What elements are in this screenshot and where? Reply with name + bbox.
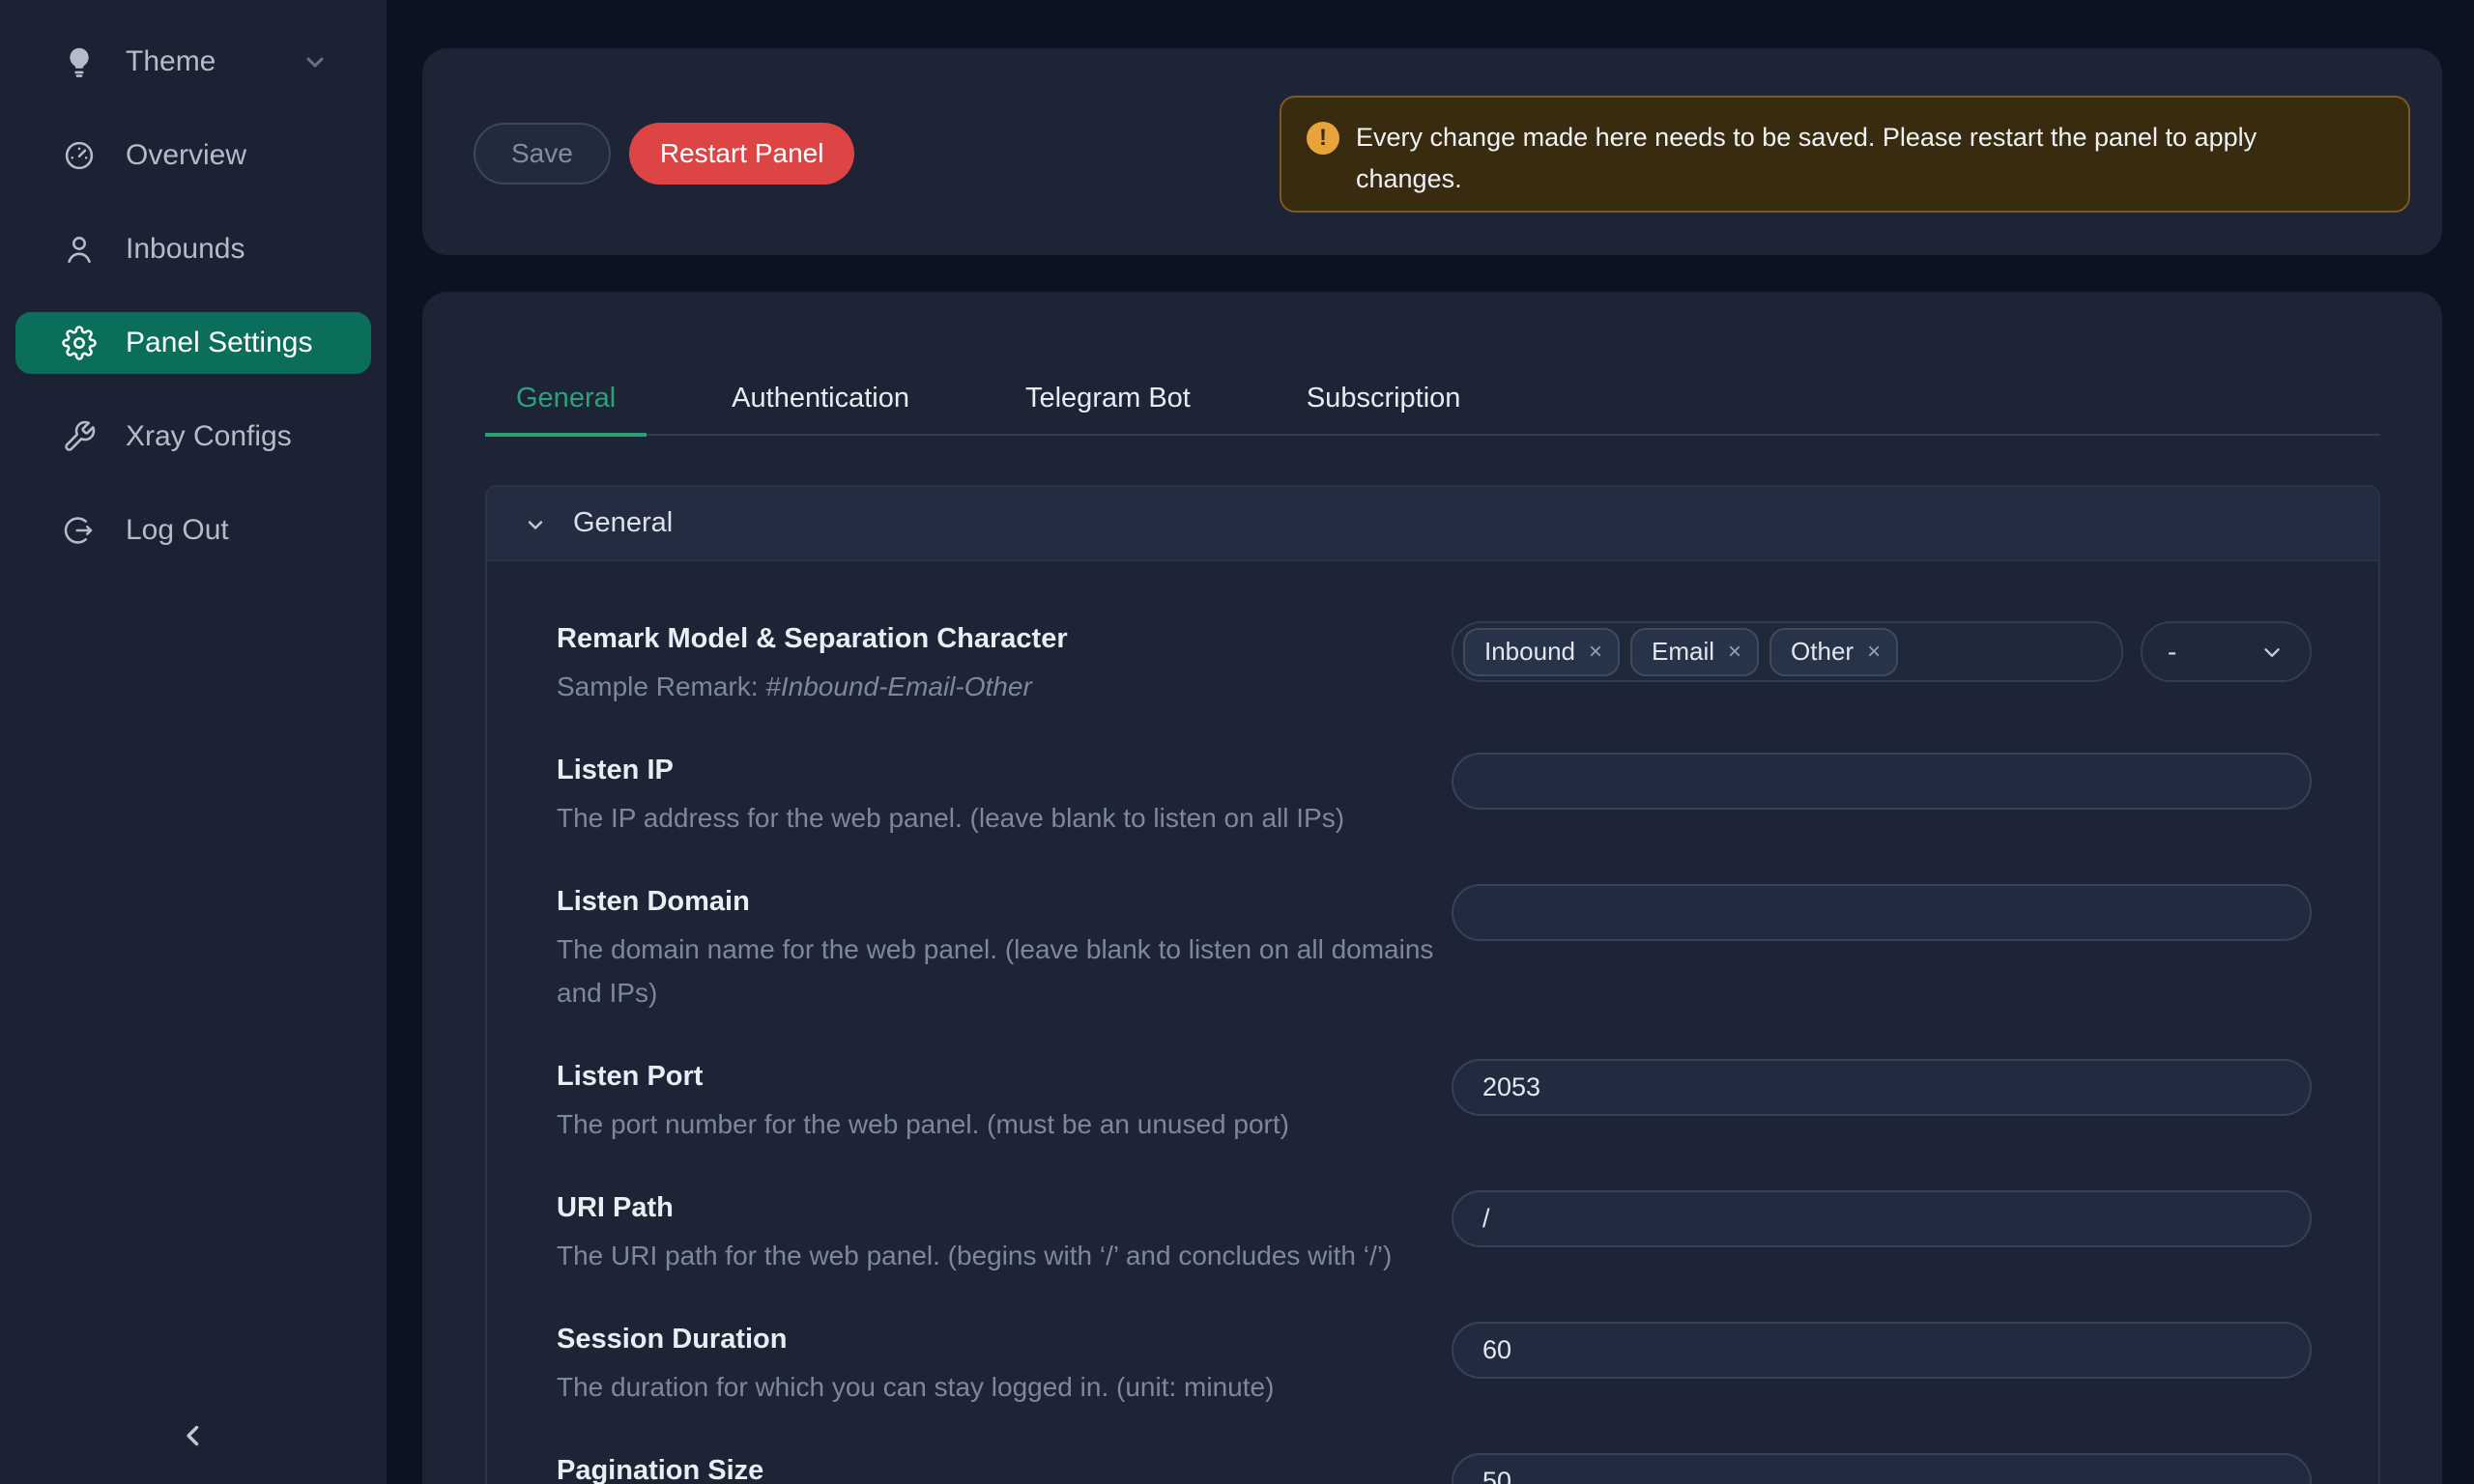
tab-telegram-bot[interactable]: Telegram Bot [994,369,1222,437]
tab-general[interactable]: General [485,369,647,437]
field-label: URI Path [557,1190,1452,1225]
listen-domain-input[interactable] [1452,884,2312,941]
uri-path-input[interactable] [1452,1190,2312,1247]
tag-other: Other × [1769,628,1898,676]
save-button[interactable]: Save [474,123,611,185]
tab-subscription[interactable]: Subscription [1276,369,1492,437]
gear-icon [62,326,97,360]
remark-model-multiselect[interactable]: Inbound × Email × Other × [1452,621,2123,682]
field-label: Listen Domain [557,884,1452,919]
field-description: Sample Remark: #Inbound-Email-Other [557,665,1450,708]
alert-text: Every change made here needs to be saved… [1356,117,2322,200]
chevron-down-icon [2259,640,2285,665]
dashboard-gauge-icon [62,138,97,173]
tab-bar: General Authentication Telegram Bot Subs… [485,369,2380,436]
tag-remove-icon[interactable]: × [1589,641,1602,664]
wrench-icon [62,419,97,454]
sidebar-item-label: Theme [126,45,216,78]
field-description: The URI path for the web panel. (begins … [557,1234,1450,1277]
sidebar-item-theme[interactable]: Theme [15,31,371,93]
warning-icon: ! [1307,122,1339,155]
tag-remove-icon[interactable]: × [1867,641,1881,664]
sidebar-item-overview[interactable]: Overview [15,125,371,186]
field-description: The port number for the web panel. (must… [557,1102,1450,1146]
tag-remove-icon[interactable]: × [1728,641,1741,664]
sidebar-item-label: Xray Configs [126,420,292,453]
lightbulb-icon [62,44,97,79]
pagination-size-input[interactable] [1452,1453,2312,1484]
toolbar-card: Save Restart Panel ! Every change made h… [422,48,2442,255]
field-label: Listen IP [557,753,1452,787]
sidebar-item-inbounds[interactable]: Inbounds [15,218,371,280]
listen-ip-input[interactable] [1452,753,2312,810]
form-row-remark-model: Remark Model & Separation Character Samp… [557,621,2378,708]
field-label: Pagination Size [557,1453,1452,1484]
form-row-pagination-size: Pagination Size [557,1453,2378,1484]
field-description: The duration for which you can stay logg… [557,1365,1450,1409]
sidebar-item-label: Inbounds [126,233,245,266]
chevron-down-icon [524,512,547,535]
form-row-listen-domain: Listen Domain The domain name for the we… [557,884,2378,1014]
session-duration-input[interactable] [1452,1322,2312,1379]
sidebar-item-label: Panel Settings [126,327,312,359]
sidebar-item-label: Log Out [126,514,229,547]
user-icon [62,232,97,267]
panel-settings-page: Theme Overview Inbounds Panel Settings [0,0,2474,1484]
restart-panel-button[interactable]: Restart Panel [629,123,855,185]
form-row-listen-ip: Listen IP The IP address for the web pan… [557,753,2378,840]
form-row-session-duration: Session Duration The duration for which … [557,1322,2378,1409]
form-row-listen-port: Listen Port The port number for the web … [557,1059,2378,1146]
general-collapse-panel: General Remark Model & Separation Charac… [485,485,2380,1484]
field-label: Remark Model & Separation Character [557,621,1452,656]
general-panel-header[interactable]: General [487,487,2378,561]
general-form: Remark Model & Separation Character Samp… [487,561,2378,1484]
section-title: General [573,507,673,539]
separation-character-select[interactable]: - [2141,621,2312,682]
selected-separator: - [2168,637,2176,668]
tag-inbound: Inbound × [1463,628,1620,676]
form-row-uri-path: URI Path The URI path for the web panel.… [557,1190,2378,1277]
chevron-down-icon [302,48,329,75]
logout-icon [62,513,97,548]
sidebar-collapse-button[interactable] [162,1407,224,1469]
sidebar-item-panel-settings[interactable]: Panel Settings [15,312,371,374]
field-label: Session Duration [557,1322,1452,1356]
restart-warning-alert: ! Every change made here needs to be sav… [1280,96,2410,213]
field-description: The domain name for the web panel. (leav… [557,928,1450,1014]
sidebar-item-label: Overview [126,139,246,172]
sidebar: Theme Overview Inbounds Panel Settings [0,0,387,1484]
tab-authentication[interactable]: Authentication [701,369,940,437]
toolbar-buttons: Save Restart Panel [474,123,854,185]
tag-email: Email × [1630,628,1759,676]
main-content: Save Restart Panel ! Every change made h… [387,0,2474,1484]
sidebar-item-log-out[interactable]: Log Out [15,499,371,561]
field-label: Listen Port [557,1059,1452,1094]
settings-card: General Authentication Telegram Bot Subs… [422,292,2442,1484]
listen-port-input[interactable] [1452,1059,2312,1116]
sidebar-item-xray-configs[interactable]: Xray Configs [15,406,371,468]
chevron-left-icon [177,1419,210,1457]
field-description: The IP address for the web panel. (leave… [557,796,1450,840]
